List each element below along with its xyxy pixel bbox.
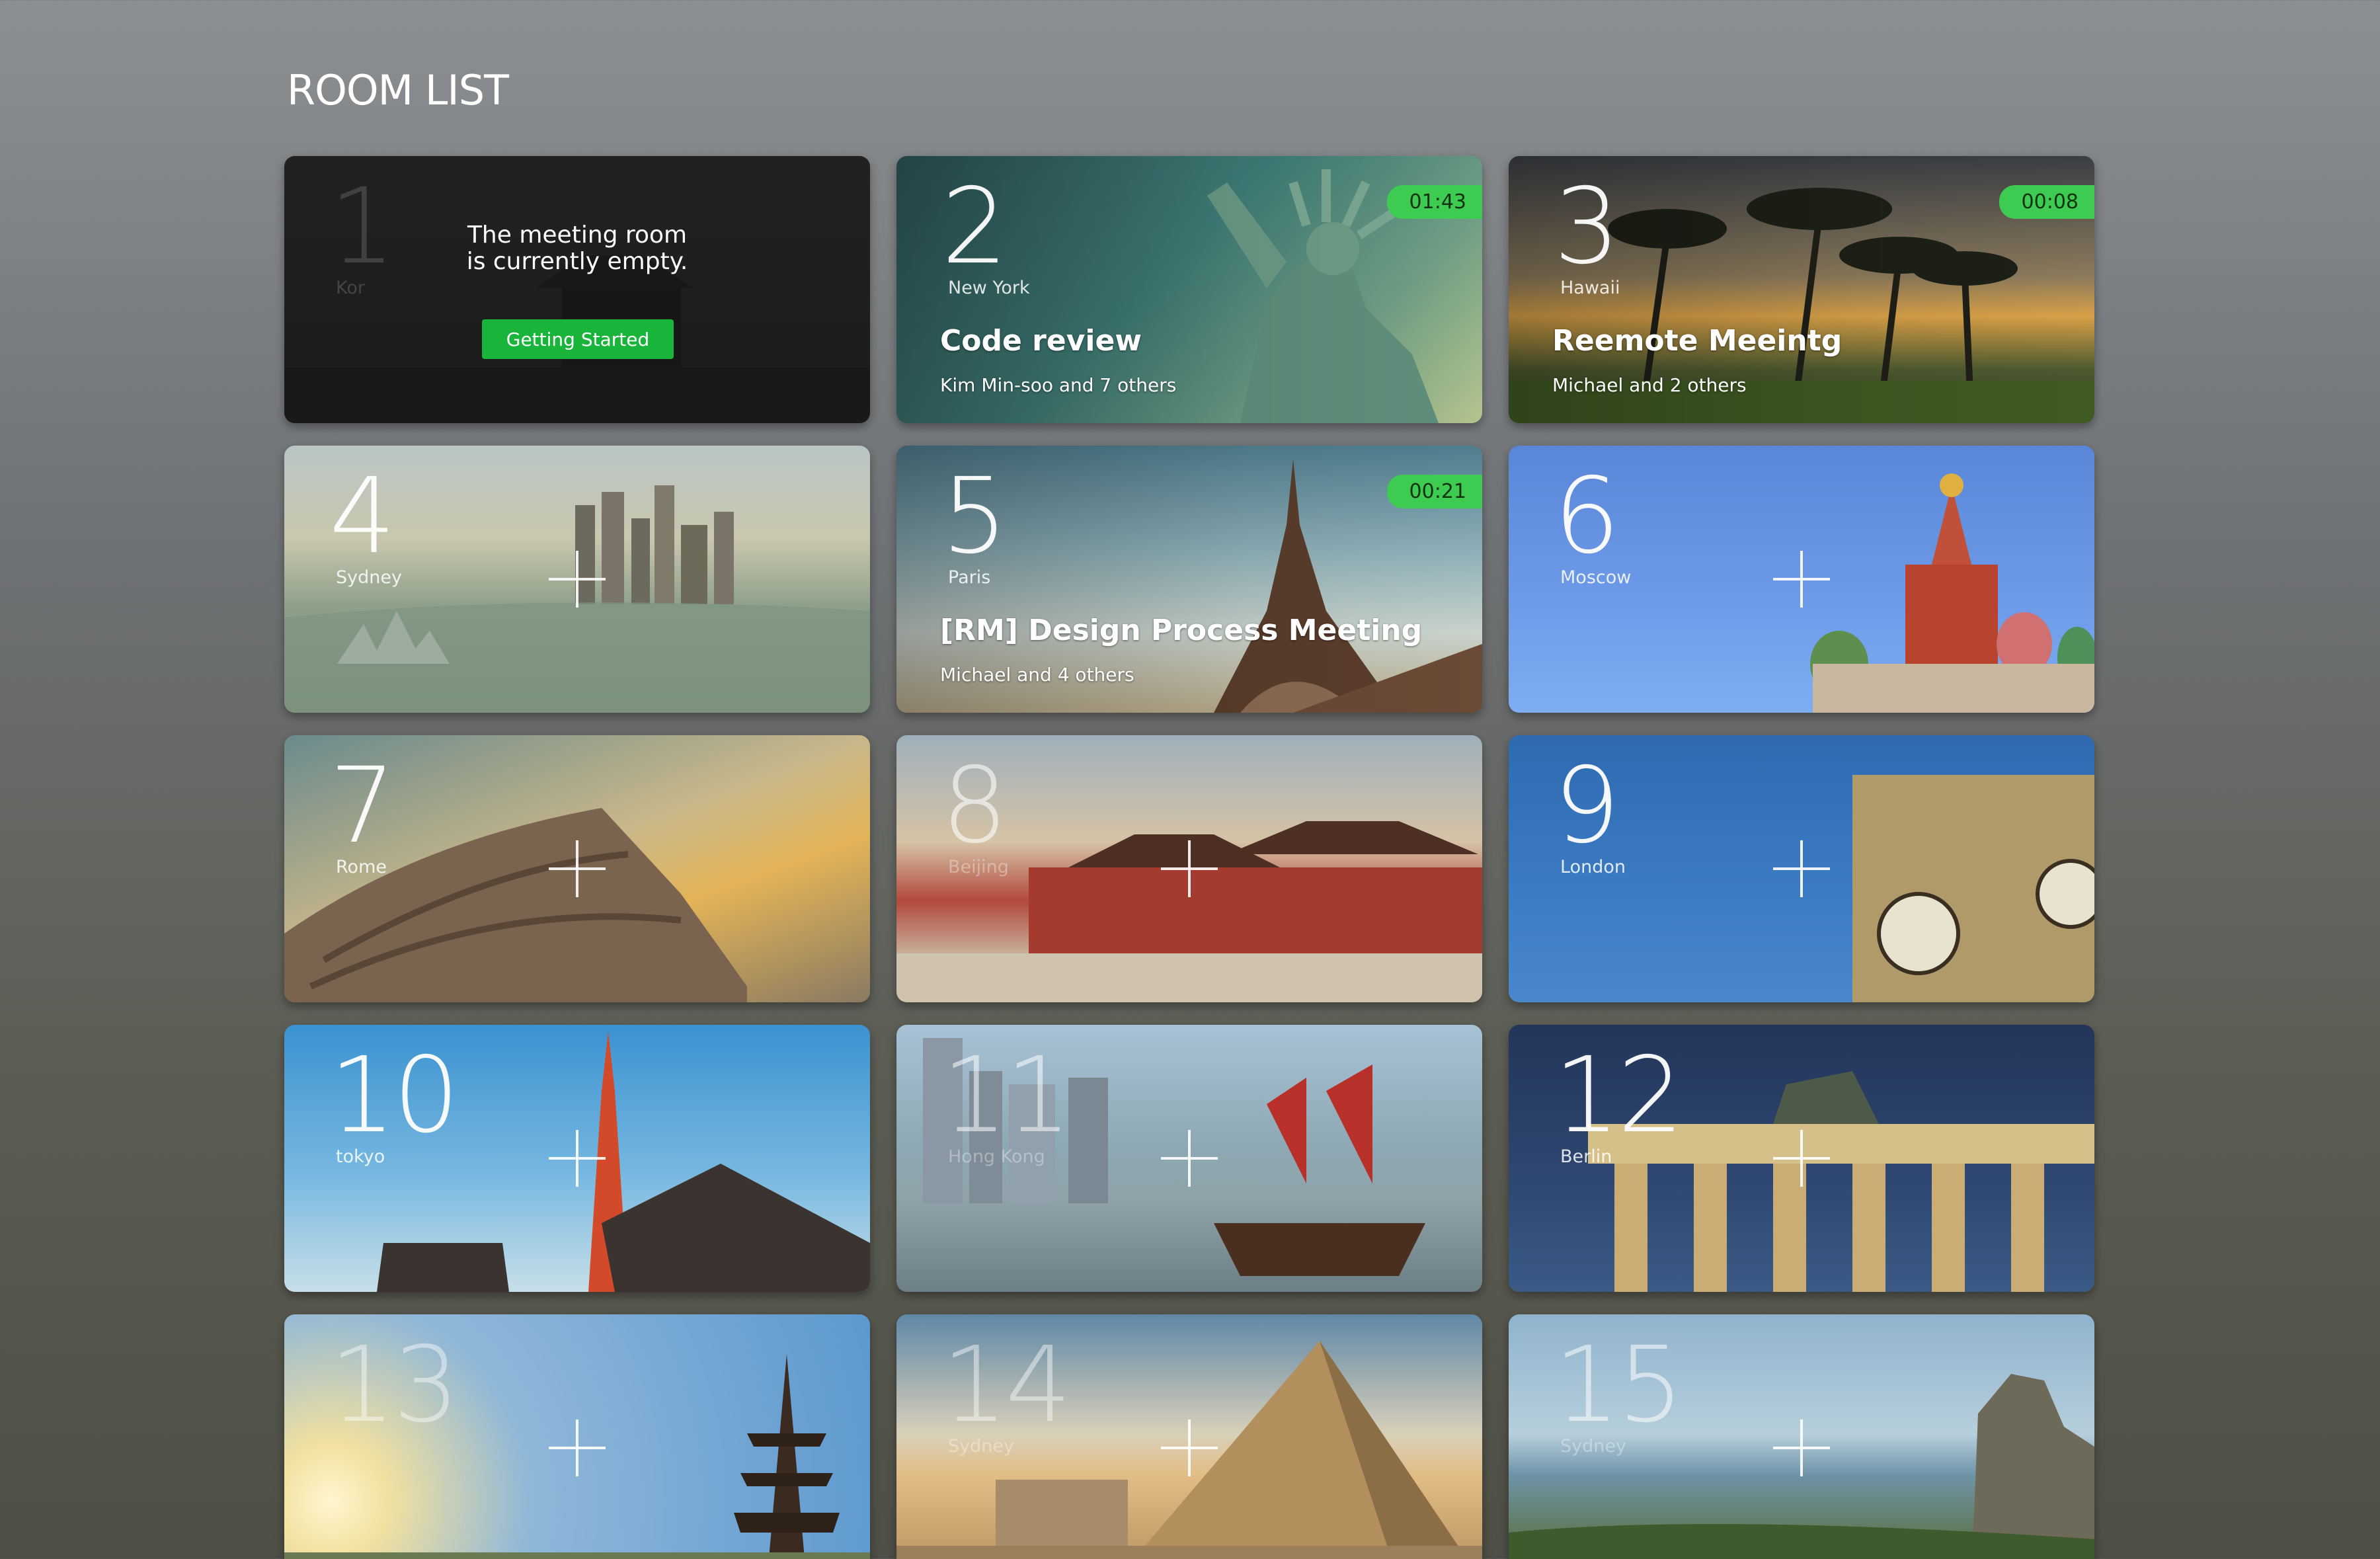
add-meeting-icon[interactable] [549, 1419, 606, 1476]
room-number: 2 [941, 166, 1008, 288]
meeting-timer: 00:08 [1999, 185, 2094, 219]
room-card-11[interactable]: 11 Hong Kong [896, 1025, 1482, 1292]
room-city: Beijing [948, 857, 1009, 877]
room-city: Sydney [336, 567, 402, 588]
meeting-timer: 00:21 [1386, 475, 1482, 508]
room-card-12[interactable]: 12 Berlin [1509, 1025, 2094, 1292]
getting-started-button[interactable]: Getting Started [482, 319, 674, 359]
room-city: Paris [948, 567, 991, 588]
add-meeting-icon[interactable] [1773, 551, 1830, 608]
room-number: 11 [941, 1035, 1072, 1156]
room-number: 4 [329, 456, 396, 577]
add-meeting-icon[interactable] [549, 1130, 606, 1187]
room-number: 12 [1554, 1035, 1684, 1156]
room-card-14[interactable]: 14 Sydney [896, 1314, 1482, 1559]
room-card-2[interactable]: 01:43 2 New York Code review Kim Min-soo… [896, 156, 1482, 423]
room-city: Sydney [948, 1436, 1014, 1457]
room-number: 13 [329, 1324, 459, 1446]
meeting-timer: 01:43 [1386, 185, 1482, 219]
room-city: Hong Kong [948, 1146, 1045, 1167]
room-card-8[interactable]: 8 Beijing [896, 735, 1482, 1002]
room-number: 8 [941, 745, 1008, 867]
room-city: Berlin [1560, 1146, 1612, 1167]
room-city: Moscow [1560, 567, 1632, 588]
room-city: tokyo [336, 1146, 385, 1167]
room-card-7[interactable]: 7 Rome [284, 735, 870, 1002]
page-title: ROOM LIST [287, 66, 509, 114]
add-meeting-icon[interactable] [549, 551, 606, 608]
meeting-members: Kim Min-soo and 7 others [940, 374, 1177, 396]
meeting-title: Reemote Meeintg [1552, 324, 1843, 358]
room-number: 14 [941, 1324, 1072, 1446]
room-card-3[interactable]: 00:08 3 Hawaii Reemote Meeintg Michael a… [1509, 156, 2094, 423]
add-meeting-icon[interactable] [1773, 1130, 1830, 1187]
room-city: Hawaii [1560, 278, 1620, 298]
add-meeting-icon[interactable] [1773, 1419, 1830, 1476]
room-grid: 1 Kor The meeting room is currently empt… [284, 156, 2094, 1559]
room-card-9[interactable]: 9 London [1509, 735, 2094, 1002]
room-card-10[interactable]: 10 tokyo [284, 1025, 870, 1292]
room-number: 7 [329, 745, 396, 867]
room-city: New York [948, 278, 1030, 298]
meeting-members: Michael and 2 others [1552, 374, 1747, 396]
room-city: Sydney [1560, 1436, 1626, 1457]
meeting-title: Code review [940, 324, 1142, 358]
room-city: London [1560, 857, 1626, 877]
room-number: 9 [1554, 745, 1620, 867]
add-meeting-icon[interactable] [1161, 1130, 1218, 1187]
room-number: 10 [329, 1035, 459, 1156]
add-meeting-icon[interactable] [1161, 840, 1218, 897]
room-number: 3 [1554, 166, 1620, 288]
room-card-4[interactable]: 4 Sydney [284, 446, 870, 713]
meeting-members: Michael and 4 others [940, 664, 1134, 686]
add-meeting-icon[interactable] [1161, 1419, 1218, 1476]
room-city: Kor [336, 278, 365, 298]
add-meeting-icon[interactable] [1773, 840, 1830, 897]
add-meeting-icon[interactable] [549, 840, 606, 897]
empty-message: The meeting room is currently empty. [466, 221, 688, 275]
room-card-6[interactable]: 6 Moscow [1509, 446, 2094, 713]
room-card-1[interactable]: 1 Kor The meeting room is currently empt… [284, 156, 870, 423]
room-number: 5 [941, 456, 1008, 577]
meeting-title: [RM] Design Process Meeting [940, 614, 1423, 647]
room-number: 6 [1554, 456, 1620, 577]
room-card-5[interactable]: 00:21 5 Paris [RM] Design Process Meetin… [896, 446, 1482, 713]
room-number: 15 [1554, 1324, 1684, 1446]
room-card-13[interactable]: 13 [284, 1314, 870, 1559]
room-card-15[interactable]: 15 Sydney [1509, 1314, 2094, 1559]
room-city: Rome [336, 857, 387, 877]
